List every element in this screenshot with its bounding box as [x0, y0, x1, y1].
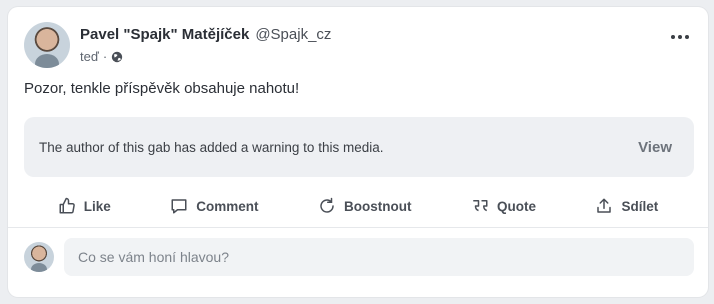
comment-icon — [171, 199, 187, 214]
repost-icon — [320, 197, 334, 213]
boost-button[interactable]: Boostnout — [318, 197, 411, 215]
quote-icon — [473, 200, 488, 212]
more-options-button[interactable] — [668, 27, 692, 47]
comment-button[interactable]: Comment — [170, 197, 259, 215]
like-label: Like — [83, 198, 111, 214]
quote-label: Quote — [496, 198, 536, 214]
media-warning-text: The author of this gab has added a warni… — [39, 139, 384, 155]
quote-button[interactable]: Quote — [471, 197, 536, 215]
author-display-name[interactable]: Pavel "Spajk" Matějíček — [80, 26, 249, 43]
post-card: Pavel "Spajk" Matějíček @Spajk_cz teď · … — [8, 7, 708, 297]
author-avatar[interactable] — [24, 22, 70, 68]
compose-bar — [24, 238, 694, 276]
more-horizontal-icon — [671, 35, 689, 39]
post-time[interactable]: teď — [80, 49, 99, 64]
post-time-line: teď · — [80, 49, 331, 64]
post-header: Pavel "Spajk" Matějíček @Spajk_cz teď · — [24, 22, 331, 68]
share-label: Sdílet — [621, 198, 659, 214]
author-username[interactable]: @Spajk_cz — [255, 26, 331, 43]
comment-label: Comment — [196, 198, 259, 214]
divider — [8, 227, 708, 228]
author-meta: Pavel "Spajk" Matějíček @Spajk_cz teď · — [80, 22, 331, 64]
separator: · — [102, 49, 108, 64]
name-line: Pavel "Spajk" Matějíček @Spajk_cz — [80, 26, 331, 43]
view-media-button[interactable]: View — [638, 139, 672, 156]
compose-input[interactable] — [64, 238, 694, 276]
boost-label: Boostnout — [343, 198, 412, 214]
globe-icon — [111, 51, 123, 62]
share-icon — [597, 198, 612, 213]
like-button[interactable]: Like — [58, 197, 111, 215]
post-text: Pozor, tenkle příspěvěk obsahuje nahotu! — [24, 80, 300, 97]
media-warning: The author of this gab has added a warni… — [24, 117, 694, 177]
share-button[interactable]: Sdílet — [595, 197, 658, 215]
thumbs-up-icon — [59, 197, 75, 214]
current-user-avatar[interactable] — [24, 242, 54, 272]
post-actions: Like Comment Boostnout Quote Sdílet — [8, 187, 708, 225]
